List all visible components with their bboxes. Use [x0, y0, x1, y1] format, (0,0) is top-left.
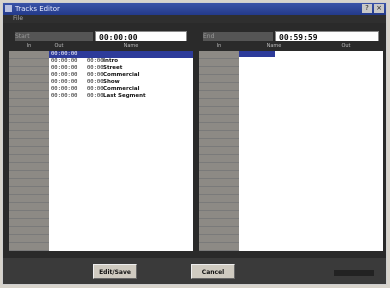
gutter-cell[interactable]: [9, 107, 49, 115]
gutter-cell[interactable]: [199, 75, 239, 83]
left-track-list[interactable]: 00:00:00 00:00:00 00:00 Intro 00:00:00 00:00 S…: [49, 51, 193, 251]
gutter-cell[interactable]: [199, 123, 239, 131]
gutter-cell[interactable]: [199, 155, 239, 163]
gutter-cell[interactable]: [9, 227, 49, 235]
right-header-out: Out: [309, 41, 383, 51]
close-button[interactable]: ×: [374, 4, 384, 13]
row-name: Commercial: [103, 86, 140, 92]
left-header-out: Out: [49, 41, 69, 51]
table-row[interactable]: 00:00:00 00:00 Commercial: [49, 72, 193, 79]
gutter-cell[interactable]: [199, 67, 239, 75]
gutter-cell[interactable]: [9, 75, 49, 83]
right-row-gutter[interactable]: [199, 51, 239, 251]
window-title: Tracks Editor: [15, 5, 60, 13]
cancel-button[interactable]: Cancel: [191, 264, 235, 279]
gutter-cell[interactable]: [9, 131, 49, 139]
help-button[interactable]: ?: [362, 4, 372, 13]
gutter-cell[interactable]: [9, 179, 49, 187]
gutter-cell[interactable]: [9, 195, 49, 203]
row-in-time: 00:00:00: [51, 86, 78, 92]
gutter-cell[interactable]: [9, 243, 49, 251]
gutter-cell[interactable]: [199, 147, 239, 155]
gutter-cell[interactable]: [9, 155, 49, 163]
gutter-cell[interactable]: [199, 211, 239, 219]
left-header-in: In: [9, 41, 49, 51]
gutter-cell[interactable]: [199, 91, 239, 99]
gutter-cell[interactable]: [199, 115, 239, 123]
gutter-cell[interactable]: [199, 179, 239, 187]
gutter-cell[interactable]: [9, 187, 49, 195]
table-row[interactable]: 00:00:00 00:00 Commercial: [49, 86, 193, 93]
right-track-panel: In Name Out: [199, 41, 383, 251]
app-icon: [5, 5, 12, 12]
gutter-cell[interactable]: [199, 163, 239, 171]
row-name: Last Segment: [103, 93, 146, 99]
gutter-cell[interactable]: [9, 235, 49, 243]
gutter-cell[interactable]: [9, 99, 49, 107]
gutter-cell[interactable]: [9, 83, 49, 91]
table-row[interactable]: 00:00:00 00:00 Intro: [49, 58, 193, 65]
gutter-cell[interactable]: [199, 171, 239, 179]
gutter-cell[interactable]: [9, 219, 49, 227]
gutter-cell[interactable]: [9, 67, 49, 75]
gutter-cell[interactable]: [199, 235, 239, 243]
right-track-list[interactable]: [239, 51, 383, 251]
gutter-cell[interactable]: [199, 195, 239, 203]
gutter-cell[interactable]: [199, 51, 239, 59]
right-header-name: Name: [239, 41, 309, 51]
title-bar: Tracks Editor ? ×: [3, 3, 386, 15]
gutter-cell[interactable]: [9, 163, 49, 171]
gutter-cell[interactable]: [9, 147, 49, 155]
row-in-time: 00:00:00: [51, 51, 78, 57]
menu-file[interactable]: File: [13, 15, 23, 22]
gutter-cell[interactable]: [199, 187, 239, 195]
gutter-cell[interactable]: [9, 59, 49, 67]
row-in-time: 00:00:00: [51, 65, 78, 71]
gutter-cell[interactable]: [199, 227, 239, 235]
gutter-cell[interactable]: [9, 171, 49, 179]
gutter-cell[interactable]: [199, 219, 239, 227]
menu-bar: File: [3, 15, 386, 23]
gutter-cell[interactable]: [199, 59, 239, 67]
gutter-cell[interactable]: [199, 203, 239, 211]
gutter-cell[interactable]: [9, 139, 49, 147]
left-header-name: Name: [69, 41, 193, 51]
gutter-cell[interactable]: [199, 139, 239, 147]
status-indicator: [334, 270, 374, 276]
row-in-time: 00:00:00: [51, 58, 78, 64]
gutter-cell[interactable]: [9, 123, 49, 131]
edit-save-button[interactable]: Edit/Save: [93, 264, 137, 279]
gutter-cell[interactable]: [9, 51, 49, 59]
row-in-time: 00:00:00: [51, 79, 78, 85]
row-in-time: 00:00:00: [51, 72, 78, 78]
gutter-cell[interactable]: [199, 99, 239, 107]
gutter-cell[interactable]: [199, 107, 239, 115]
button-bar: Edit/Save Cancel: [3, 258, 386, 284]
left-row-gutter[interactable]: [9, 51, 49, 251]
row-name: Intro: [103, 58, 119, 64]
table-row[interactable]: 00:00:00 00:00 Show: [49, 79, 193, 86]
gutter-cell[interactable]: [9, 91, 49, 99]
right-selected-row[interactable]: [239, 51, 275, 57]
table-row[interactable]: 00:00:00 00:00 Street: [49, 65, 193, 72]
editor-window: Tracks Editor ? × File Start 00:00:00 En…: [2, 2, 387, 285]
row-name: Commercial: [103, 72, 140, 78]
gutter-cell[interactable]: [199, 243, 239, 251]
table-row[interactable]: 00:00:00: [49, 51, 193, 58]
right-header-in: In: [199, 41, 239, 51]
row-name: Show: [103, 79, 120, 85]
table-row[interactable]: 00:00:00 00:00 Last Segment: [49, 93, 193, 100]
gutter-cell[interactable]: [199, 131, 239, 139]
gutter-cell[interactable]: [9, 203, 49, 211]
left-track-panel: In Out Name 00:00:00 00:00:00 00:00 Intro 00…: [9, 41, 193, 251]
gutter-cell[interactable]: [9, 115, 49, 123]
gutter-cell[interactable]: [9, 211, 49, 219]
row-name: Street: [103, 65, 123, 71]
row-in-time: 00:00:00: [51, 93, 78, 99]
gutter-cell[interactable]: [199, 83, 239, 91]
